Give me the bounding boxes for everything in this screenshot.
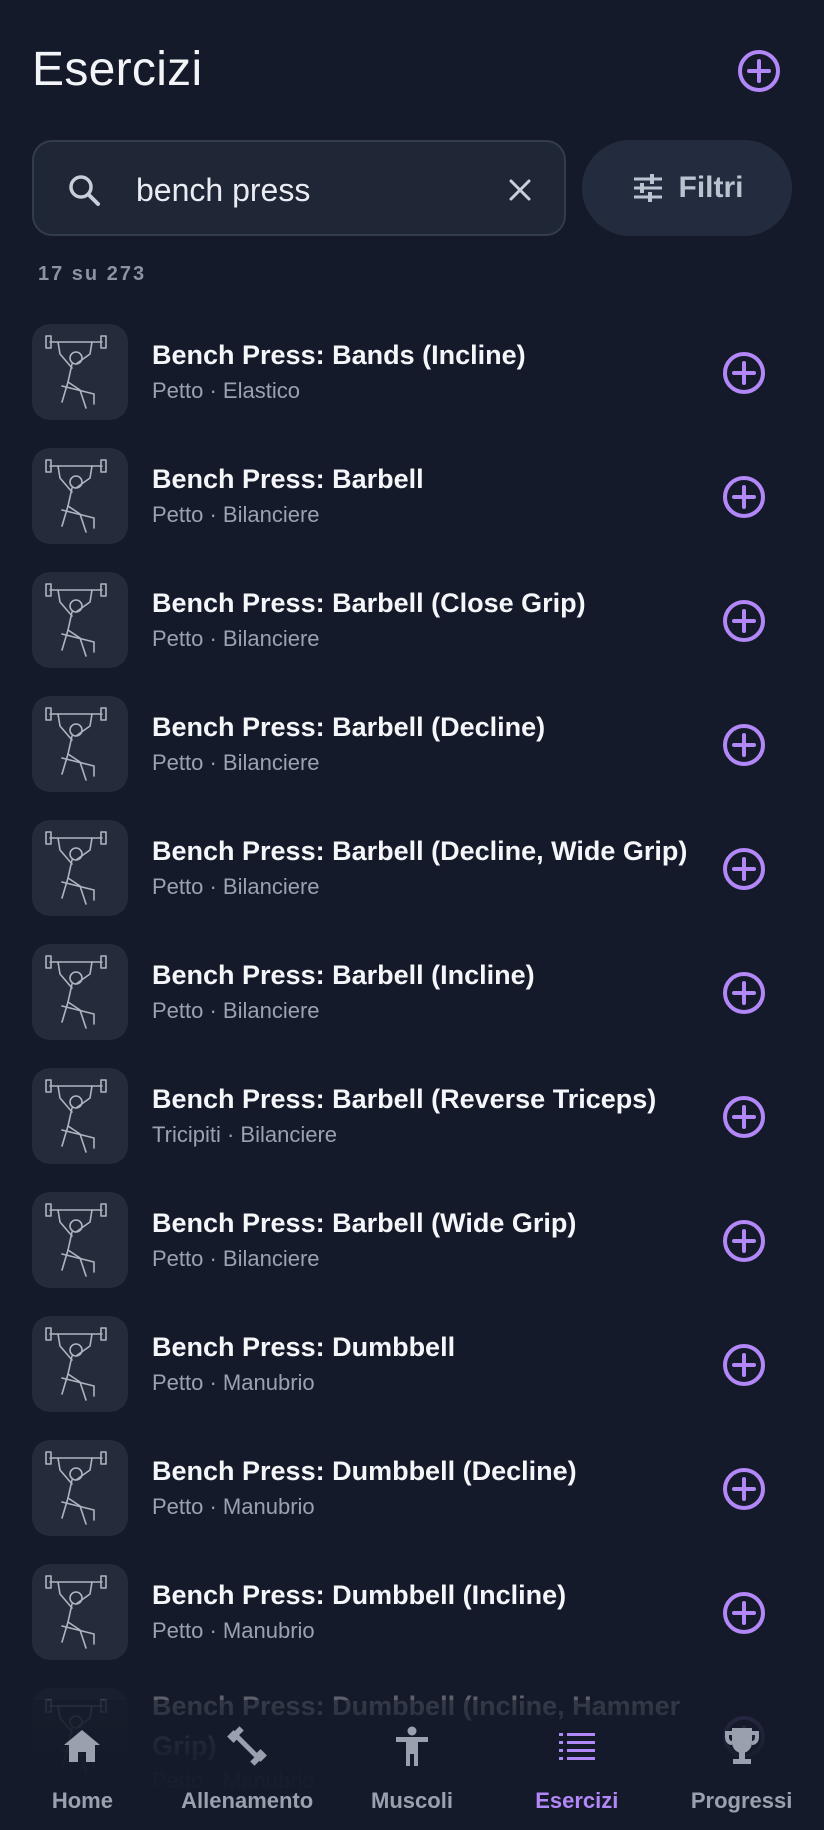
- exercise-subtitle: Petto · Bilanciere: [152, 874, 320, 899]
- exercise-row[interactable]: Bench Press: Barbell (Close Grip) Petto ·…: [0, 558, 824, 682]
- nav-label: Allenamento: [181, 1788, 314, 1813]
- exercise-subtitle: Petto · Manubrio: [152, 1494, 315, 1519]
- exercise-list: Bench Press: Bands (Incline) Petto · Elas…: [0, 310, 824, 1798]
- exercise-row[interactable]: Bench Press: Barbell Petto · Bilanciere: [0, 434, 824, 558]
- exercise-thumbnail: [32, 820, 128, 916]
- add-to-workout-button[interactable]: [721, 1094, 767, 1140]
- exercise-thumbnail: [32, 1316, 128, 1412]
- search-icon: [69, 175, 100, 206]
- exercise-row[interactable]: Bench Press: Barbell (Decline, Wide Grip…: [0, 806, 824, 930]
- add-to-workout-button[interactable]: [721, 1590, 767, 1636]
- nav-item-home[interactable]: Home: [0, 1700, 165, 1830]
- exercise-thumbnail: [32, 1564, 128, 1660]
- nav-label: Home: [51, 1788, 113, 1813]
- exercise-thumbnail: [32, 324, 128, 420]
- exercise-thumbnail: [32, 1192, 128, 1288]
- exercise-subtitle: Petto · Elastico: [152, 378, 300, 403]
- nav-label: Progressi: [690, 1788, 793, 1813]
- exercise-subtitle: Petto · Bilanciere: [152, 626, 320, 651]
- exercise-thumbnail: [32, 448, 128, 544]
- exercise-title: Bench Press: Dumbbell (Decline): [152, 1456, 577, 1486]
- filter-button[interactable]: Filtri: [582, 140, 792, 236]
- exercise-thumbnail: [32, 696, 128, 792]
- exercise-row[interactable]: Bench Press: Barbell (Reverse Triceps) Tr…: [0, 1054, 824, 1178]
- clear-search-icon[interactable]: [502, 172, 538, 208]
- add-exercise-button[interactable]: [736, 48, 782, 94]
- exercise-row[interactable]: Bench Press: Barbell (Incline) Petto · Bi…: [0, 930, 824, 1054]
- nav-item-progressi[interactable]: Progressi: [659, 1700, 824, 1830]
- exercise-subtitle: Petto · Bilanciere: [152, 502, 320, 527]
- exercise-subtitle: Petto · Manubrio: [152, 1618, 315, 1643]
- body-icon: [395, 1726, 428, 1766]
- exercise-row[interactable]: Bench Press: Dumbbell Petto · Manubrio: [0, 1302, 824, 1426]
- page-title: Esercizi: [32, 43, 203, 96]
- exercise-subtitle: Tricipiti · Bilanciere: [152, 1122, 338, 1147]
- exercise-row[interactable]: Bench Press: Dumbbell (Incline) Petto · M…: [0, 1550, 824, 1674]
- exercise-subtitle: Petto · Bilanciere: [152, 750, 320, 775]
- add-to-workout-button[interactable]: [721, 722, 767, 768]
- nav-label: Esercizi: [535, 1788, 619, 1813]
- exercise-title: Bench Press: Barbell (Decline): [152, 712, 546, 742]
- add-to-workout-button[interactable]: [721, 350, 767, 396]
- add-to-workout-button[interactable]: [721, 598, 767, 644]
- nav-label: Muscoli: [371, 1788, 453, 1813]
- exercise-row[interactable]: Bench Press: Barbell (Wide Grip) Petto · …: [0, 1178, 824, 1302]
- exercise-title: Bench Press: Dumbbell: [152, 1332, 456, 1362]
- bottom-navigation: Home Allenamento Muscoli Esercizi Progressi: [0, 1700, 824, 1830]
- exercise-title: Bench Press: Barbell (Close Grip): [152, 588, 586, 618]
- exercise-title: Bench Press: Barbell (Reverse Triceps): [152, 1084, 657, 1114]
- exercise-row[interactable]: Bench Press: Dumbbell (Decline) Petto · M…: [0, 1426, 824, 1550]
- exercise-title: Bench Press: Barbell (Decline, Wide Grip…: [152, 836, 688, 866]
- exercise-row[interactable]: Bench Press: Barbell (Decline) Petto · Bi…: [0, 682, 824, 806]
- add-to-workout-button[interactable]: [721, 1342, 767, 1388]
- exercise-title: Bench Press: Barbell (Wide Grip): [152, 1208, 577, 1238]
- add-to-workout-button[interactable]: [721, 970, 767, 1016]
- nav-item-esercizi[interactable]: Esercizi: [494, 1700, 659, 1830]
- exercise-title: Bench Press: Barbell: [152, 464, 424, 494]
- add-to-workout-button[interactable]: [721, 1466, 767, 1512]
- header: Esercizi: [0, 0, 824, 140]
- search-input[interactable]: [136, 170, 476, 210]
- exercise-thumbnail: [32, 944, 128, 1040]
- result-count: 17 su 273: [38, 263, 147, 285]
- nav-item-muscoli[interactable]: Muscoli: [330, 1700, 495, 1830]
- search-box[interactable]: [32, 140, 566, 236]
- exercise-row[interactable]: Bench Press: Bands (Incline) Petto · Elas…: [0, 310, 824, 434]
- exercise-thumbnail: [32, 1440, 128, 1536]
- exercise-title: Bench Press: Dumbbell (Incline): [152, 1580, 567, 1610]
- exercise-subtitle: Petto · Bilanciere: [152, 998, 320, 1023]
- exercise-subtitle: Petto · Manubrio: [152, 1370, 315, 1395]
- home-icon: [64, 1730, 101, 1762]
- nav-item-allenamento[interactable]: Allenamento: [165, 1700, 330, 1830]
- exercise-title: Bench Press: Barbell (Incline): [152, 960, 535, 990]
- trophy-icon: [724, 1728, 759, 1764]
- add-to-workout-button[interactable]: [721, 846, 767, 892]
- exercise-thumbnail: [32, 572, 128, 668]
- dumbbell-icon: [227, 1726, 268, 1766]
- list-icon: [558, 1733, 595, 1760]
- exercise-title: Bench Press: Bands (Incline): [152, 340, 526, 370]
- add-to-workout-button[interactable]: [721, 1218, 767, 1264]
- exercise-subtitle: Petto · Bilanciere: [152, 1246, 320, 1271]
- add-to-workout-button[interactable]: [721, 474, 767, 520]
- exercise-thumbnail: [32, 1068, 128, 1164]
- tune-icon: [633, 174, 662, 202]
- filter-label: Filtri: [678, 171, 744, 204]
